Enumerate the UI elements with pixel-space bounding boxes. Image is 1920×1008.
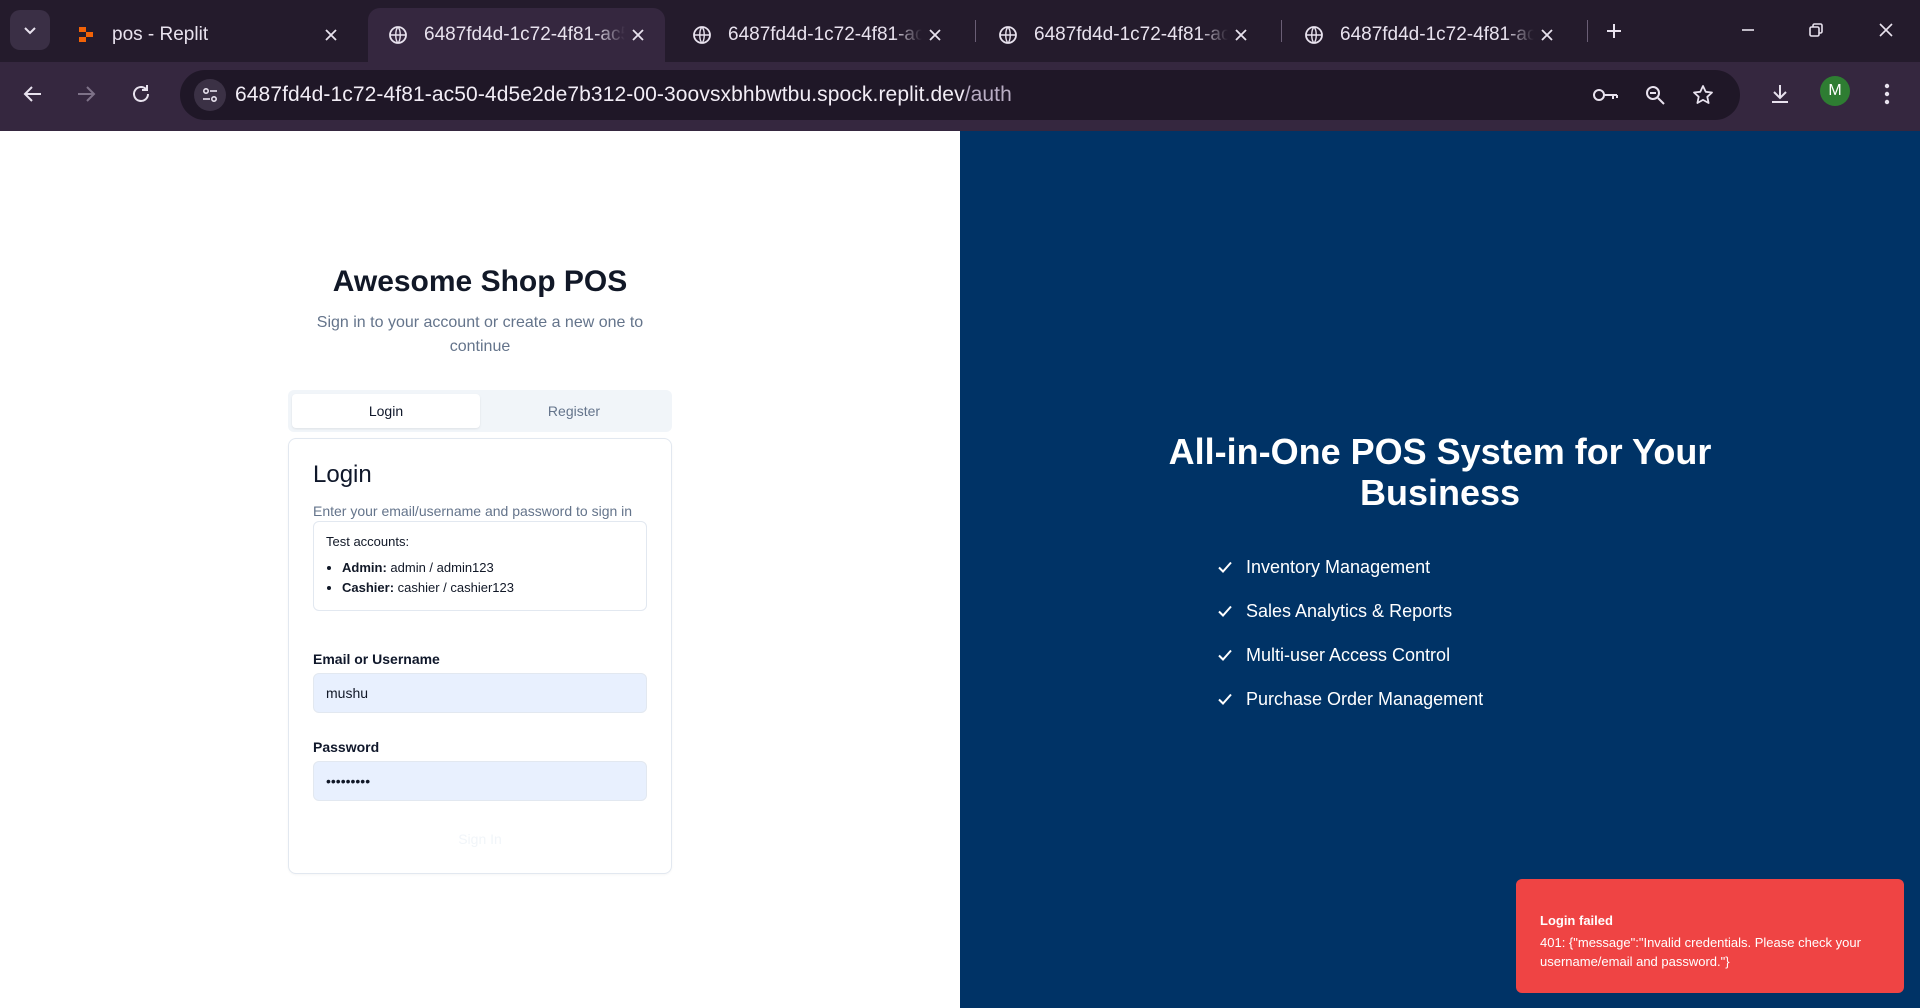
close-icon[interactable] — [625, 22, 651, 48]
browser-chrome: pos - Replit 6487fd4d-1c72-4f81-ac50 648… — [0, 0, 1920, 131]
test-accounts-title: Test accounts: — [326, 534, 410, 549]
address-bar[interactable]: 6487fd4d-1c72-4f81-ac50-4d5e2de7b312-00-… — [180, 70, 1740, 120]
site-info-icon[interactable] — [194, 79, 226, 111]
login-card: Login Enter your email/username and pass… — [288, 438, 672, 874]
url-path: /auth — [964, 83, 1012, 106]
tab-auth-3[interactable]: 6487fd4d-1c72-4f81-ac50 — [978, 8, 1268, 62]
account-credentials: admin / admin123 — [390, 560, 494, 575]
check-icon — [1216, 558, 1234, 576]
restore-icon — [1809, 23, 1823, 37]
new-tab-button[interactable] — [1597, 14, 1631, 48]
minimize-button[interactable] — [1720, 8, 1776, 52]
list-item: Cashier: cashier / cashier123 — [342, 578, 514, 598]
key-icon[interactable] — [1591, 80, 1621, 110]
list-item: Multi-user Access Control — [1216, 633, 1483, 677]
tab-auth-active[interactable]: 6487fd4d-1c72-4f81-ac50 — [368, 8, 665, 62]
email-value: mushu — [326, 685, 369, 701]
account-credentials: cashier / cashier123 — [397, 580, 514, 595]
restore-button[interactable] — [1788, 8, 1844, 52]
zoom-icon[interactable] — [1640, 80, 1670, 110]
forward-button[interactable] — [66, 74, 106, 114]
card-description: Enter your email/username and password t… — [313, 503, 633, 519]
url-text[interactable]: 6487fd4d-1c72-4f81-ac50-4d5e2de7b312-00-… — [235, 83, 1012, 107]
close-icon — [1879, 23, 1893, 37]
tab-title: 6487fd4d-1c72-4f81-ac50 — [728, 24, 922, 45]
toast-message: 401: {"message":"Invalid credentials. Pl… — [1540, 935, 1861, 969]
email-field[interactable]: mushu — [313, 673, 647, 713]
promo-heading: All-in-One POS System for Your Business — [1168, 431, 1712, 513]
check-icon — [1216, 646, 1234, 664]
check-icon — [1216, 690, 1234, 708]
sign-in-button[interactable]: Sign In — [313, 819, 647, 859]
feature-label: Purchase Order Management — [1246, 688, 1484, 709]
test-accounts-box: Test accounts: Admin: admin / admin123 C… — [313, 521, 647, 611]
arrow-left-icon — [23, 86, 41, 102]
tab-register[interactable]: Register — [480, 394, 668, 428]
test-accounts-list: Admin: admin / admin123 Cashier: cashier… — [342, 558, 514, 598]
tab-search-button[interactable] — [10, 10, 50, 50]
tab-title: pos - Replit — [112, 24, 209, 45]
close-icon[interactable] — [1228, 22, 1254, 48]
tab-separator — [1281, 20, 1282, 42]
email-label: Email or Username — [313, 651, 440, 667]
password-value: ••••••••• — [326, 773, 371, 789]
feature-label: Inventory Management — [1246, 556, 1431, 577]
tab-strip: pos - Replit 6487fd4d-1c72-4f81-ac50 648… — [0, 0, 1920, 62]
globe-icon — [692, 25, 712, 45]
reload-icon — [133, 85, 149, 102]
tab-title: 6487fd4d-1c72-4f81-ac50 — [1034, 24, 1228, 45]
account-role: Admin: — [342, 560, 387, 575]
tab-replit[interactable]: pos - Replit — [56, 8, 358, 62]
tab-title: 6487fd4d-1c72-4f81-ac50 — [1340, 24, 1534, 45]
promo-panel: All-in-One POS System for Your Business … — [960, 131, 1920, 1008]
globe-icon — [388, 25, 408, 45]
profile-avatar[interactable]: M — [1820, 76, 1850, 106]
star-icon[interactable] — [1688, 80, 1718, 110]
auth-tabs: Login Register — [288, 390, 672, 432]
tab-title: 6487fd4d-1c72-4f81-ac50 — [424, 24, 625, 45]
tab-auth-2[interactable]: 6487fd4d-1c72-4f81-ac50 — [672, 8, 962, 62]
brand-subtitle: Sign in to your account or create a new … — [316, 314, 644, 355]
plus-icon — [1607, 24, 1621, 38]
feature-list: Inventory Management Sales Analytics & R… — [1216, 545, 1483, 721]
close-icon[interactable] — [922, 22, 948, 48]
downloads-button[interactable] — [1760, 74, 1800, 114]
toast-title: Login failed — [1540, 913, 1613, 928]
auth-panel: Awesome Shop POS Sign in to your account… — [0, 131, 960, 1008]
tab-separator — [975, 20, 976, 42]
tab-login[interactable]: Login — [292, 394, 480, 428]
globe-icon — [1304, 25, 1324, 45]
brand-title: Awesome Shop POS — [332, 265, 628, 298]
feature-label: Sales Analytics & Reports — [1246, 600, 1453, 621]
password-field[interactable]: ••••••••• — [313, 761, 647, 801]
url-host: 6487fd4d-1c72-4f81-ac50-4d5e2de7b312-00-… — [235, 83, 965, 106]
list-item: Purchase Order Management — [1216, 677, 1483, 721]
replit-icon — [76, 25, 96, 45]
browser-toolbar: 6487fd4d-1c72-4f81-ac50-4d5e2de7b312-00-… — [0, 62, 1920, 131]
tab-separator — [1587, 20, 1588, 42]
check-icon — [1216, 602, 1234, 620]
tab-auth-4[interactable]: 6487fd4d-1c72-4f81-ac50 — [1284, 8, 1574, 62]
password-label: Password — [313, 739, 380, 755]
download-icon — [1772, 85, 1788, 103]
list-item: Sales Analytics & Reports — [1216, 589, 1483, 633]
list-item: Inventory Management — [1216, 545, 1483, 589]
feature-label: Multi-user Access Control — [1246, 644, 1451, 665]
window-close-button[interactable] — [1858, 8, 1914, 52]
card-title: Login — [313, 461, 372, 488]
close-icon[interactable] — [318, 22, 344, 48]
minimize-icon — [1742, 29, 1754, 31]
globe-icon — [998, 25, 1018, 45]
account-role: Cashier: — [342, 580, 395, 595]
error-toast[interactable]: Login failed 401: {"message":"Invalid cr… — [1516, 879, 1904, 993]
page: Awesome Shop POS Sign in to your account… — [0, 131, 1920, 1008]
chevron-down-icon — [24, 27, 36, 35]
list-item: Admin: admin / admin123 — [342, 558, 514, 578]
close-icon[interactable] — [1534, 22, 1560, 48]
reload-button[interactable] — [121, 74, 161, 114]
back-button[interactable] — [13, 74, 53, 114]
more-vert-icon — [1884, 83, 1890, 105]
arrow-right-icon — [78, 86, 96, 102]
browser-menu-button[interactable] — [1867, 74, 1907, 114]
